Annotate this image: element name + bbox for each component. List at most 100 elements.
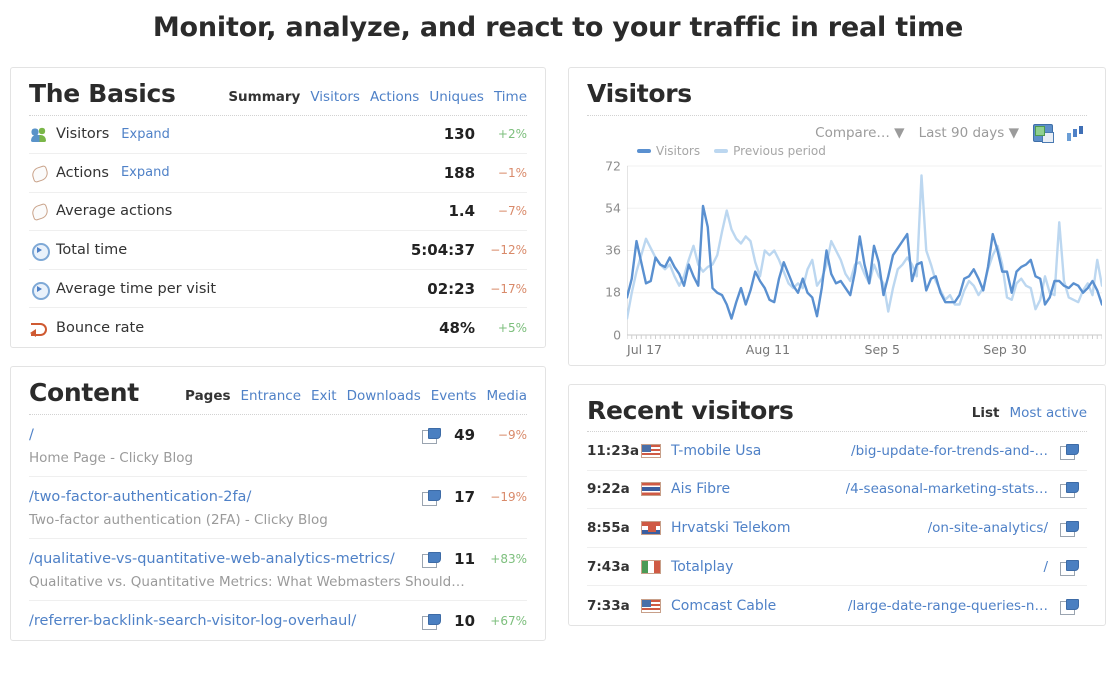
expand-link[interactable]: Expand: [121, 165, 170, 180]
open-page-icon[interactable]: [1060, 559, 1079, 576]
basics-row: Bounce rate 48% +5%: [29, 308, 527, 347]
content-row-line: /qualitative-vs-quantitative-web-analyti…: [29, 550, 527, 568]
visitor-isp[interactable]: T-mobile Usa: [671, 443, 761, 459]
content-row-value: 11: [454, 549, 476, 568]
tab-summary[interactable]: Summary: [228, 89, 300, 105]
open-page-icon[interactable]: [422, 489, 442, 506]
tab-media[interactable]: Media: [486, 388, 527, 404]
expand-link[interactable]: Expand: [121, 127, 170, 142]
recent-visitors-rows: 11:23a T-mobile Usa/big-update-for-trends…: [587, 432, 1087, 625]
visitor-isp[interactable]: Hrvatski Telekom: [671, 520, 790, 536]
open-page-icon[interactable]: [1060, 520, 1079, 537]
save-icon[interactable]: [1033, 123, 1054, 143]
basics-row-label: Average time per visit: [56, 280, 217, 297]
tab-events[interactable]: Events: [431, 388, 477, 404]
chart-y-tick-label: 0: [613, 327, 622, 342]
the-basics-rows: Visitors Expand 130 +2% Actions Expand 188 −1% A…: [29, 116, 528, 348]
visitor-landing-path[interactable]: /on-site-analytics/: [928, 520, 1048, 536]
content-row: / 49 −9% Home Page - Clicky Blog: [29, 415, 528, 477]
content-page-url[interactable]: /two-factor-authentication-2fa/: [29, 489, 251, 505]
basics-row: Average time per visit 02:23 −17%: [29, 270, 528, 309]
open-page-icon[interactable]: [422, 613, 442, 630]
open-page-icon[interactable]: [422, 427, 442, 444]
the-basics-tabs: Summary Visitors Actions Uniques Time: [228, 89, 527, 108]
open-page-icon[interactable]: [422, 551, 442, 568]
content-row: /referrer-backlink-search-visitor-log-ov…: [29, 601, 527, 640]
chart-series-previous-period: [627, 173, 1103, 320]
visitor-landing-path[interactable]: /large-date-range-queries-n…: [848, 598, 1048, 614]
clock-icon: [29, 242, 51, 262]
basics-row-value: 188: [443, 163, 476, 182]
date-range-dropdown[interactable]: Last 90 days ▼: [919, 125, 1019, 141]
visitor-isp[interactable]: Ais Fibre: [671, 481, 730, 497]
chart-y-tick-label: 18: [605, 284, 622, 300]
basics-row: Average actions 1.4 −7%: [29, 193, 528, 232]
open-page-icon[interactable]: [1060, 443, 1079, 460]
visitors-header: Visitors: [587, 68, 1087, 116]
visitors-icon: [29, 126, 51, 143]
content-page-title: Home Page - Clicky Blog: [29, 449, 194, 466]
visitor-landing-path[interactable]: /4-seasonal-marketing-stats…: [846, 481, 1048, 497]
tab-downloads[interactable]: Downloads: [347, 388, 421, 404]
tab-time[interactable]: Time: [494, 89, 527, 105]
bar-chart-icon[interactable]: [1067, 124, 1087, 142]
flag-croatia-icon: [641, 520, 662, 535]
recent-visitor-row: 8:55a Hrvatski Telekom/on-site-analytics/: [587, 509, 1087, 548]
chart-y-tick-label: 72: [605, 158, 622, 173]
content-row-delta: +83%: [490, 551, 528, 566]
content-panel: Content Pages Entrance Exit Downloads Events…: [10, 366, 547, 641]
content-page-url[interactable]: /referrer-backlink-search-visitor-log-ov…: [29, 613, 356, 629]
chart-y-axis: 0 18 36 54 72: [587, 158, 622, 342]
mouse-icon: [29, 203, 51, 219]
compare-dropdown[interactable]: Compare… ▼: [815, 125, 904, 141]
tab-uniques[interactable]: Uniques: [429, 89, 484, 105]
legend-label: Visitors: [656, 143, 701, 158]
tab-actions[interactable]: Actions: [370, 89, 419, 105]
flag-thailand-icon: [641, 482, 662, 497]
content-rows: / 49 −9% Home Page - Clicky Blog/two-factor…: [29, 415, 528, 640]
visitor-time: 7:43a: [587, 558, 630, 575]
legend-entry: Previous period: [714, 144, 826, 158]
content-row-line: / 49 −9%: [29, 426, 527, 444]
page-headline: Monitor, analyze, and react to your traf…: [152, 12, 964, 43]
recent-visitor-row: 7:33a Comcast Cable/large-date-range-quer…: [587, 586, 1087, 625]
content-row: /qualitative-vs-quantitative-web-analyti…: [29, 539, 528, 601]
dashboard-columns: The Basics Summary Visitors Actions Uniques…: [0, 43, 1116, 659]
legend-label: Previous period: [733, 143, 826, 158]
basics-row-delta: −1%: [497, 165, 528, 180]
visitor-landing-path[interactable]: /: [1043, 559, 1048, 575]
basics-row-label: Bounce rate: [56, 319, 145, 336]
recent-visitor-row: 7:43a Totalplay /: [587, 548, 1087, 587]
visitor-landing-path[interactable]: /big-update-for-trends-and-…: [851, 443, 1048, 459]
open-page-icon[interactable]: [1060, 482, 1079, 499]
tab-pages[interactable]: Pages: [185, 388, 231, 404]
tab-entrance[interactable]: Entrance: [241, 388, 302, 404]
flag-united-states-icon: [641, 443, 662, 458]
recent-visitors-header: Recent visitors List Most active: [587, 385, 1087, 432]
content-row: /two-factor-authentication-2fa/17 −19% Two…: [29, 477, 528, 539]
recent-visitors-tabs: List Most active: [972, 405, 1087, 424]
tab-exit[interactable]: Exit: [311, 388, 337, 404]
open-page-icon[interactable]: [1060, 598, 1079, 615]
the-basics-title: The Basics: [29, 79, 176, 108]
visitor-isp[interactable]: Totalplay: [671, 559, 733, 575]
content-page-title: Qualitative vs. Quantitative Metrics: Wh…: [29, 573, 465, 590]
content-row-line: /two-factor-authentication-2fa/17 −19%: [29, 488, 527, 506]
basics-row-label: Actions: [56, 164, 109, 181]
content-row-delta: −19%: [490, 489, 528, 504]
content-title: Content: [29, 378, 139, 408]
tab-most-active[interactable]: Most active: [1009, 405, 1087, 421]
visitor-time: 8:55a: [587, 519, 630, 536]
basics-row-delta: −12%: [490, 243, 528, 258]
recent-visitor-row: 9:22a Ais Fibre/4-seasonal-marketing-stat…: [587, 471, 1087, 510]
recent-visitors-title: Recent visitors: [587, 395, 794, 425]
content-page-url[interactable]: /: [29, 427, 34, 443]
content-page-url[interactable]: /qualitative-vs-quantitative-web-analyti…: [29, 551, 395, 567]
visitor-isp[interactable]: Comcast Cable: [671, 598, 776, 614]
the-basics-header: The Basics Summary Visitors Actions Uniques…: [29, 68, 528, 116]
tab-visitors[interactable]: Visitors: [310, 89, 360, 105]
chart-y-tick-label: 54: [605, 200, 622, 216]
chart-x-tick-label: Aug 11: [745, 341, 791, 357]
legend-entry: Visitors: [637, 144, 700, 158]
tab-list[interactable]: List: [972, 405, 1000, 421]
